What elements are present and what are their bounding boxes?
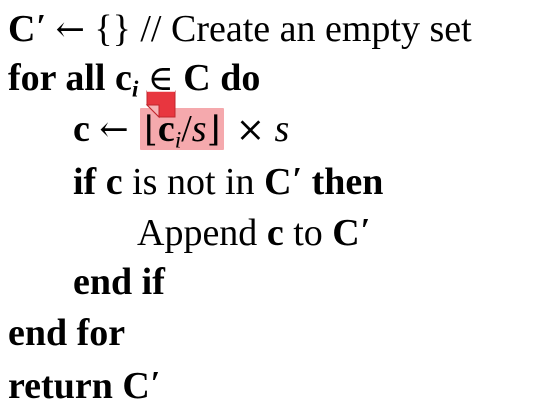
- keyword-end-for: end for: [8, 312, 126, 354]
- var-C: C: [183, 57, 211, 99]
- keyword-if: if: [73, 161, 97, 204]
- keyword-then: then: [311, 161, 384, 204]
- var-c-i: ci: [114, 57, 139, 103]
- var-C-prime: C′: [264, 161, 303, 204]
- algo-line-4: if c is not in C′ then: [0, 155, 383, 205]
- var-C-prime: C′: [122, 365, 161, 408]
- comment-text: // Create an empty set: [140, 8, 472, 51]
- append-text: Append: [137, 212, 258, 255]
- keyword-end-if: end if: [73, 261, 165, 303]
- var-c: c: [105, 161, 123, 204]
- keyword-do: do: [220, 57, 261, 99]
- keyword-for-all: for all: [8, 57, 106, 99]
- var-c: c: [73, 108, 90, 150]
- empty-set: {}: [94, 8, 131, 51]
- arrow-symbol: ←: [99, 110, 129, 150]
- algo-line-8: return C′: [0, 359, 160, 409]
- var-c: c: [266, 212, 284, 255]
- algorithm-block: C′ ← {} // Create an empty set for all c…: [0, 0, 554, 412]
- algo-line-2: for all ci ∈ C do: [0, 53, 260, 103]
- sticky-note-icon[interactable]: [145, 89, 177, 119]
- times-symbol: ×: [235, 110, 266, 150]
- var-C-prime: C′: [8, 8, 47, 51]
- var-s: s: [274, 108, 290, 150]
- to-text: to: [293, 212, 323, 255]
- condition-text: is not in: [132, 161, 255, 204]
- algo-line-5: Append c to C′: [0, 206, 370, 256]
- var-C-prime: C′: [332, 212, 371, 255]
- keyword-return: return: [8, 365, 113, 408]
- arrow-symbol: ←: [55, 10, 85, 51]
- algo-line-1: C′ ← {} // Create an empty set: [0, 2, 472, 52]
